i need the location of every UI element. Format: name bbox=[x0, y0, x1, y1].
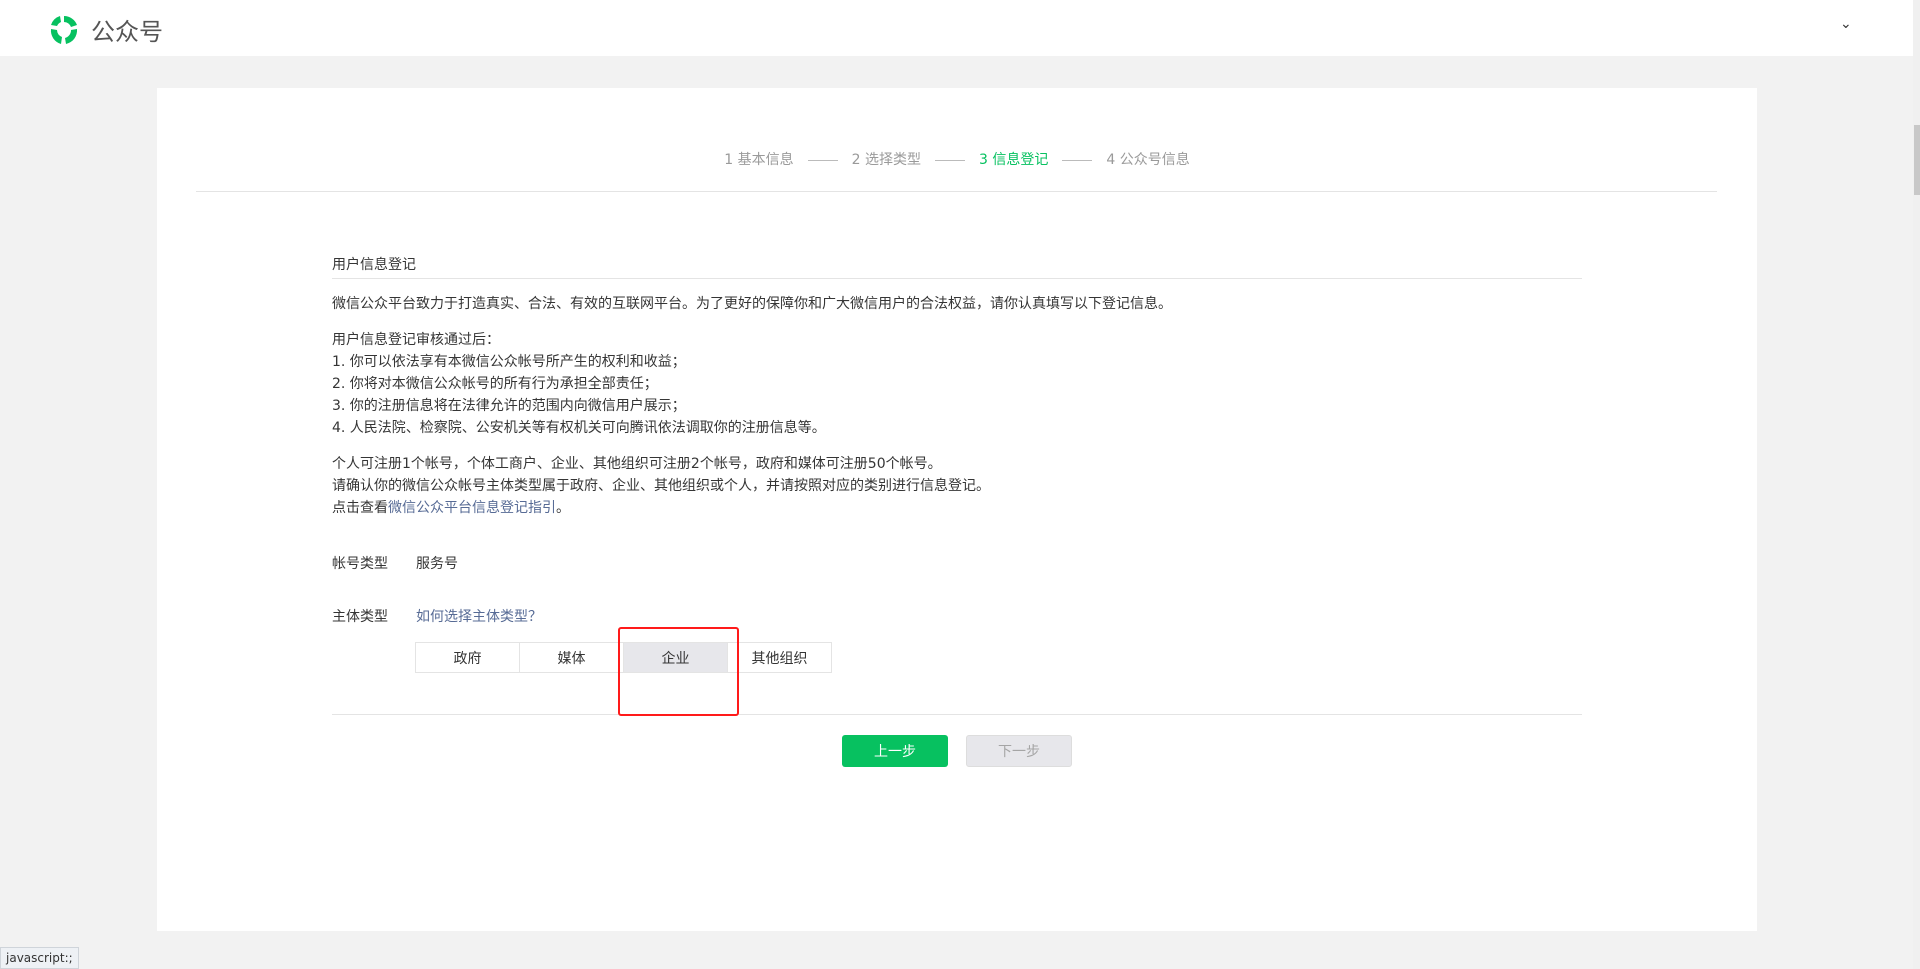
logo[interactable]: 公众号 bbox=[47, 12, 163, 47]
status-bar-url: javascript:; bbox=[0, 947, 79, 969]
step-separator bbox=[807, 159, 838, 161]
scrollbar-thumb[interactable] bbox=[1914, 125, 1920, 195]
subject-help-link[interactable]: 如何选择主体类型？ bbox=[416, 606, 542, 626]
step-3-active: 3 信息登记 bbox=[979, 152, 1049, 168]
list-item: 3. 你的注册信息将在法律允许的范围内向微信用户展示； bbox=[332, 398, 686, 414]
limits-text: 个人可注册1个帐号，个体工商户、企业、其他组织可注册2个帐号，政府和媒体可注册5… bbox=[332, 456, 942, 472]
subject-type-government[interactable]: 政府 bbox=[415, 642, 520, 673]
logo-text: 公众号 bbox=[91, 18, 163, 46]
subject-type-row: 主体类型 如何选择主体类型？ bbox=[332, 606, 1582, 626]
notes: 个人可注册1个帐号，个体工商户、企业、其他组织可注册2个帐号，政府和媒体可注册5… bbox=[332, 453, 1582, 519]
section-title: 用户信息登记 bbox=[332, 254, 1582, 279]
next-step-button[interactable]: 下一步 bbox=[966, 735, 1072, 767]
divider bbox=[196, 191, 1717, 192]
guide-text: 点击查看微信公众平台信息登记指引。 bbox=[332, 497, 1582, 519]
account-type-label: 帐号类型 bbox=[332, 556, 388, 572]
step-4: 4 公众号信息 bbox=[1106, 152, 1190, 168]
account-menu-chevron-down-icon[interactable]: ⌄ bbox=[1840, 16, 1852, 32]
guide-suffix: 。 bbox=[556, 500, 570, 516]
account-type-row: 帐号类型 服务号 bbox=[332, 553, 1582, 573]
official-account-logo-icon bbox=[50, 15, 78, 44]
subject-type-media[interactable]: 媒体 bbox=[519, 642, 624, 673]
guide-prefix: 点击查看 bbox=[332, 500, 388, 516]
after-approval-title: 用户信息登记审核通过后： bbox=[332, 332, 500, 348]
step-indicator: 1 基本信息 2 选择类型 3 信息登记 4 公众号信息 bbox=[157, 149, 1757, 169]
subject-type-label: 主体类型 bbox=[332, 609, 388, 625]
step-separator bbox=[935, 159, 965, 161]
divider bbox=[332, 714, 1582, 715]
list-item: 2. 你将对本微信公众帐号的所有行为承担全部责任； bbox=[332, 376, 658, 392]
step-2: 2 选择类型 bbox=[851, 152, 921, 168]
user-info-section: 用户信息登记 微信公众平台致力于打造真实、合法、有效的互联网平台。为了更好的保障… bbox=[332, 254, 1582, 767]
confirm-text: 请确认你的微信公众帐号主体类型属于政府、企业、其他组织或个人，并请按照对应的类别… bbox=[332, 478, 990, 494]
list-item: 4. 人民法院、检察院、公安机关等有权机关可向腾讯依法调取你的注册信息等。 bbox=[332, 420, 826, 436]
prev-step-button[interactable]: 上一步 bbox=[842, 735, 948, 767]
step-separator bbox=[1062, 159, 1093, 161]
guide-link[interactable]: 微信公众平台信息登记指引 bbox=[388, 500, 556, 516]
intro-text: 微信公众平台致力于打造真实、合法、有效的互联网平台。为了更好的保障你和广大微信用… bbox=[332, 296, 1172, 312]
subject-type-other-org[interactable]: 其他组织 bbox=[727, 642, 832, 673]
highlight-box bbox=[618, 627, 739, 716]
registration-card: 1 基本信息 2 选择类型 3 信息登记 4 公众号信息 用户信息登记 微信公众平台致… bbox=[157, 88, 1757, 931]
subject-type-selector: 政府 媒体 企业 其他组织 bbox=[415, 642, 1582, 673]
nav-buttons: 上一步 下一步 bbox=[332, 735, 1582, 767]
step-1: 1 基本信息 bbox=[724, 152, 794, 168]
top-header: 公众号 ⌄ bbox=[0, 0, 1913, 56]
list-item: 1. 你可以依法享有本微信公众帐号所产生的权利和收益； bbox=[332, 354, 686, 370]
account-type-value: 服务号 bbox=[416, 556, 458, 572]
after-approval-list: 用户信息登记审核通过后： 1. 你可以依法享有本微信公众帐号所产生的权利和收益；… bbox=[332, 329, 1582, 439]
